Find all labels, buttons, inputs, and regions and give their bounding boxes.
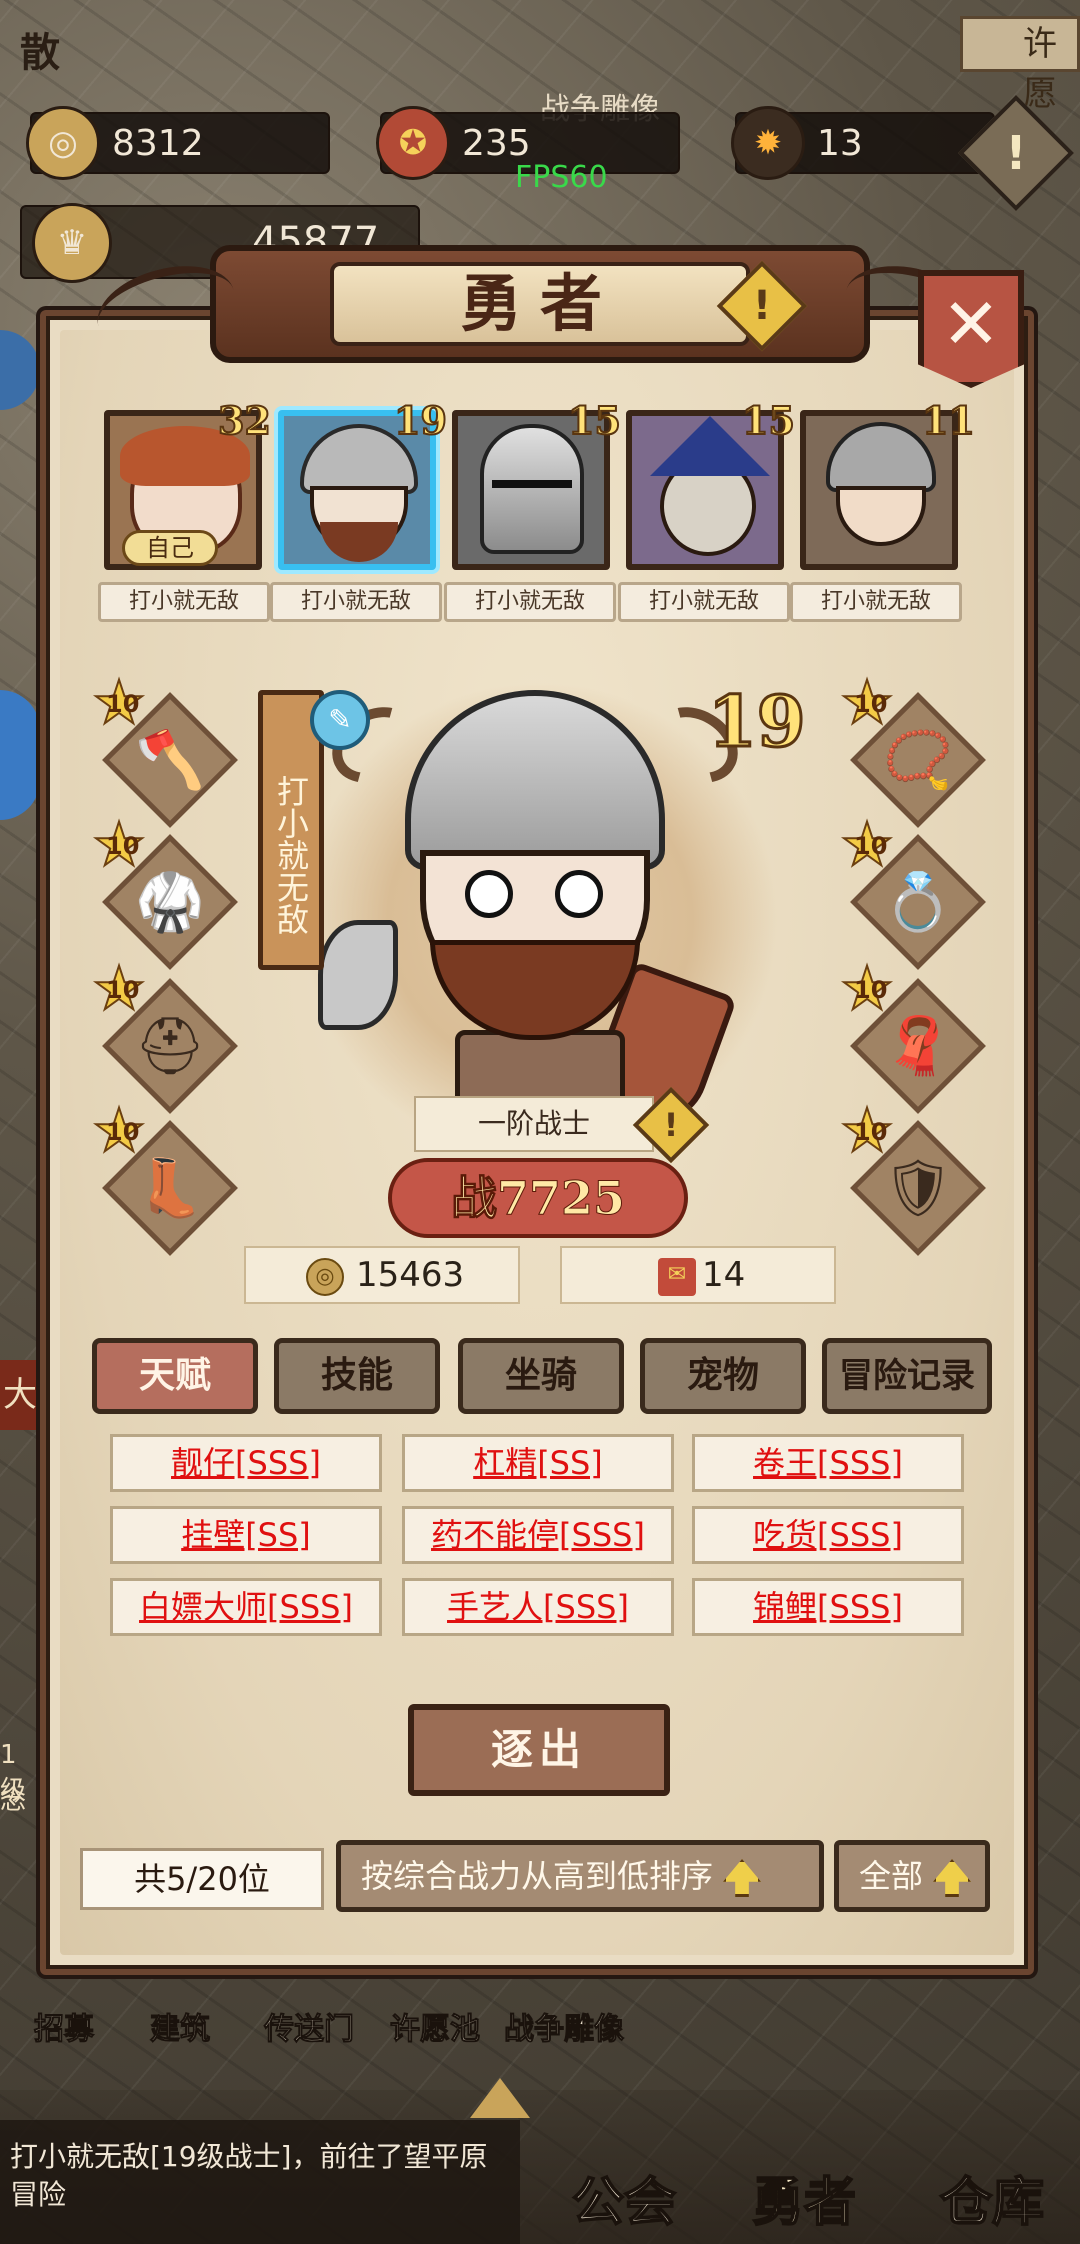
tab-talent[interactable]: 天赋 <box>92 1338 258 1414</box>
gold-value: 8312 <box>112 122 204 164</box>
talent-item[interactable]: 靓仔[SSS] <box>110 1434 382 1492</box>
title-gem-icon: ✎ <box>310 690 370 750</box>
equipment-level: 10 <box>106 1118 140 1146</box>
side-blue-button[interactable] <box>0 690 40 820</box>
talent-item[interactable]: 锦鲤[SSS] <box>692 1578 964 1636</box>
rank-info-glyph: ! <box>663 1106 679 1144</box>
scroll-icon: ✉ <box>658 1258 696 1296</box>
tab-adventure-log[interactable]: 冒险记录 <box>822 1338 992 1414</box>
talent-item[interactable]: 杠精[SS] <box>402 1434 674 1492</box>
talent-item[interactable]: 手艺人[SSS] <box>402 1578 674 1636</box>
rank-label: 一阶战士 <box>414 1096 654 1152</box>
top-left-label: 散 <box>20 30 60 76</box>
emblem-value: 235 <box>462 122 531 164</box>
gem-counter: ✹ 13 <box>731 106 995 180</box>
tab-mount[interactable]: 坐骑 <box>458 1338 624 1414</box>
hero-scroll-stat: ✉ 14 <box>560 1246 836 1304</box>
hero-name-4: 打小就无敌 <box>618 582 790 622</box>
hero-gold-stat: ◎ 15463 <box>244 1246 520 1304</box>
eye-right <box>555 870 603 918</box>
hero-name-5: 打小就无敌 <box>790 582 962 622</box>
filter-arrow-icon <box>933 1859 972 1897</box>
panel-title: 勇者 <box>330 262 750 346</box>
hero-name-3: 打小就无敌 <box>444 582 616 622</box>
knight-helmet-art <box>480 424 584 554</box>
tab-pet[interactable]: 宠物 <box>640 1338 806 1414</box>
equipment-level: 10 <box>854 690 888 718</box>
equipment-level: 10 <box>854 1118 888 1146</box>
hero-level-4: 15 <box>741 397 796 444</box>
menu-recruit[interactable]: 招募 <box>34 2004 95 2048</box>
filter-label: 全部 <box>859 1857 924 1895</box>
top-alert-glyph: ! <box>1005 126 1027 180</box>
wish-label[interactable]: 许愿 <box>960 16 1080 114</box>
talent-item[interactable]: 卷王[SSS] <box>692 1434 964 1492</box>
equipment-level: 10 <box>106 690 140 718</box>
menu-wishing-well[interactable]: 许愿池 <box>390 2004 481 2048</box>
side-label-a: 大 <box>0 1360 40 1430</box>
self-tag: 自己 <box>122 530 218 566</box>
side-label-c: 念 <box>0 1786 27 1816</box>
filter-button[interactable]: 全部 <box>834 1840 990 1912</box>
gem-value: 13 <box>817 122 863 164</box>
gold-counter: ◎ 8312 <box>26 106 330 180</box>
hero-level-2: 19 <box>393 397 448 444</box>
fps-counter: FPS60 <box>515 160 608 195</box>
hero-portrait <box>836 486 926 546</box>
power-number: 7725 <box>496 1171 626 1226</box>
beard-art <box>320 522 398 562</box>
helmet-art <box>826 422 936 492</box>
eye-left <box>465 870 513 918</box>
equipment-level: 10 <box>106 832 140 860</box>
hero-name-2: 打小就无敌 <box>270 582 442 622</box>
coin-icon: ◎ <box>306 1258 344 1296</box>
power-crest-icon: ♛ <box>32 203 112 283</box>
sort-label: 按综合战力从高到低排序 <box>361 1857 714 1895</box>
hero-scroll-value: 14 <box>702 1255 746 1295</box>
gem-icon: ✹ <box>731 106 805 180</box>
nav-heroes[interactable]: 勇者 <box>751 2160 857 2235</box>
equipment-level: 10 <box>854 976 888 1004</box>
talent-item[interactable]: 药不能停[SSS] <box>402 1506 674 1564</box>
sort-arrow-icon <box>723 1859 762 1897</box>
talent-item[interactable]: 吃货[SSS] <box>692 1506 964 1564</box>
hero-level-big: 19 <box>706 679 806 765</box>
close-icon: ✕ <box>941 283 1001 365</box>
sort-button[interactable]: 按综合战力从高到低排序 <box>336 1840 824 1912</box>
gold-coin-icon: ◎ <box>26 106 100 180</box>
hero-count: 共5/20位 <box>80 1848 324 1910</box>
hero-name-1: 打小就无敌 <box>98 582 270 622</box>
wish-label-text: 许愿 <box>1023 24 1057 114</box>
hero-level-3: 15 <box>567 397 622 444</box>
menu-war-statue[interactable]: 战争雕像 <box>504 2004 625 2048</box>
emblem-icon: ✪ <box>376 106 450 180</box>
power-prefix: 战 <box>450 1171 497 1226</box>
menu-portal[interactable]: 传送门 <box>264 2004 355 2048</box>
tab-skill[interactable]: 技能 <box>274 1338 440 1414</box>
hero-level-5: 11 <box>921 397 976 444</box>
expel-button[interactable]: 逐出 <box>408 1704 670 1796</box>
hero-level-1: 32 <box>217 397 272 444</box>
nav-warehouse[interactable]: 仓库 <box>939 2160 1045 2235</box>
menu-building[interactable]: 建筑 <box>150 2004 211 2048</box>
talent-item[interactable]: 白嫖大师[SSS] <box>110 1578 382 1636</box>
equipment-level: 10 <box>106 976 140 1004</box>
axe-art <box>318 920 398 1030</box>
visor-slit <box>492 480 572 488</box>
combat-power: 战7725 <box>388 1158 688 1238</box>
title-info-glyph: ! <box>752 283 772 329</box>
hero-gold-value: 15463 <box>356 1255 465 1295</box>
close-button[interactable]: ✕ <box>918 270 1024 388</box>
nav-guild[interactable]: 公会 <box>571 2160 677 2235</box>
event-message: 打小就无敌[19级战士]，前往了望平原冒险 <box>0 2120 520 2244</box>
talent-item[interactable]: 挂壁[SS] <box>110 1506 382 1564</box>
equipment-level: 10 <box>854 832 888 860</box>
